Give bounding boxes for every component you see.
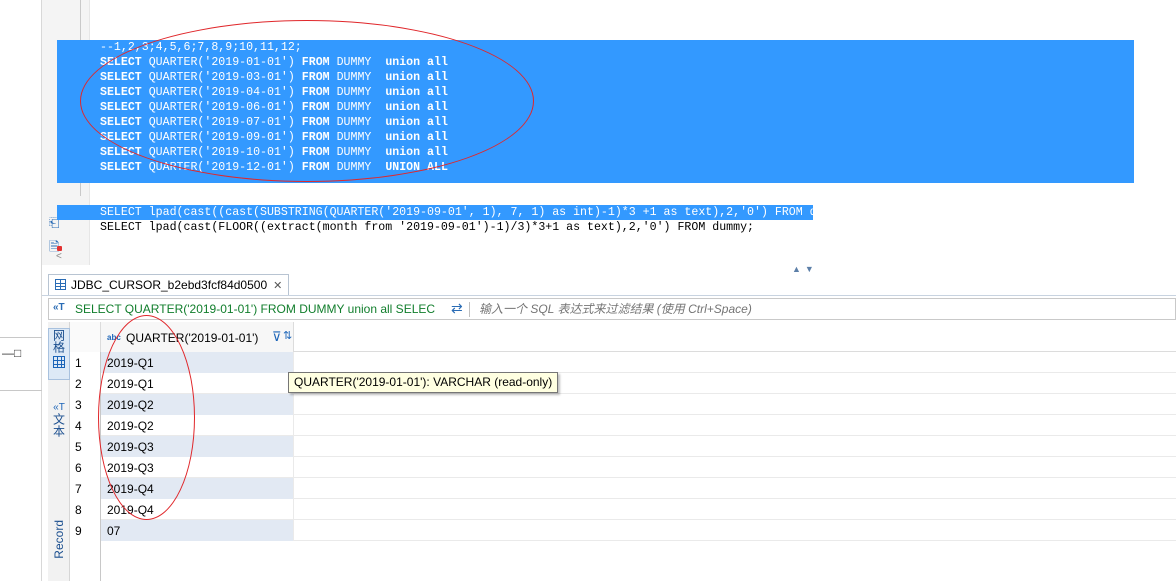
query-text[interactable]: SELECT QUARTER('2019-01-01') FROM DUMMY … — [75, 302, 467, 316]
maximize-icon[interactable]: □ — [14, 346, 21, 360]
column-tooltip: QUARTER('2019-01-01'): VARCHAR (read-onl… — [288, 372, 559, 393]
table-row[interactable]: 6 2019-Q3 — [70, 457, 1176, 478]
code-line[interactable]: SELECT QUARTER('2019-10-01') FROM DUMMY … — [100, 145, 448, 160]
panel-divider — [0, 337, 42, 338]
row-number-header[interactable] — [70, 322, 101, 352]
row-number: 3 — [70, 394, 101, 415]
code-line[interactable]: SELECT lpad(cast((cast(SUBSTRING(QUARTER… — [100, 205, 851, 220]
table-cell[interactable]: 07 — [101, 520, 294, 541]
view-switcher: 网格 «T 文本 Record — [48, 322, 70, 581]
row-number: 4 — [70, 415, 101, 436]
table-row[interactable]: 9 07 — [70, 520, 1176, 541]
refresh-icon[interactable]: ⇄ — [451, 300, 463, 317]
code-line[interactable]: SELECT QUARTER('2019-12-01') FROM DUMMY … — [100, 160, 448, 175]
table-cell[interactable]: 2019-Q1 — [101, 373, 294, 394]
row-number: 9 — [70, 520, 101, 541]
row-number: 8 — [70, 499, 101, 520]
outer-left-panel: — □ — [0, 0, 42, 581]
sort-icon[interactable]: ⇅ — [283, 329, 292, 342]
table-row[interactable]: 2 2019-Q1 — [70, 373, 1176, 394]
row-number: 2 — [70, 373, 101, 394]
table-cell[interactable]: 2019-Q4 — [101, 478, 294, 499]
table-cell[interactable]: 2019-Q4 — [101, 499, 294, 520]
close-icon[interactable]: ✕ — [273, 280, 282, 292]
table-cell[interactable]: 2019-Q2 — [101, 415, 294, 436]
row-number-column — [70, 541, 101, 581]
row-number: 5 — [70, 436, 101, 457]
tab-text-view[interactable]: «T 文本 — [48, 400, 70, 448]
code-line[interactable]: SELECT QUARTER('2019-01-01') FROM DUMMY … — [100, 55, 448, 70]
row-number: 7 — [70, 478, 101, 499]
table-row[interactable]: 4 2019-Q2 — [70, 415, 1176, 436]
minimize-icon[interactable]: — — [2, 346, 14, 360]
code-line[interactable]: SELECT QUARTER('2019-06-01') FROM DUMMY … — [100, 100, 448, 115]
code-line[interactable]: SELECT QUARTER('2019-04-01') FROM DUMMY … — [100, 85, 448, 100]
text-view-icon: «T — [53, 402, 65, 413]
code-line[interactable]: SELECT QUARTER('2019-07-01') FROM DUMMY … — [100, 115, 448, 130]
column-header[interactable]: abc QUARTER('2019-01-01') ⊽ ⇅ — [101, 322, 294, 352]
table-row[interactable]: 8 2019-Q4 — [70, 499, 1176, 520]
filter-input[interactable] — [479, 301, 1159, 317]
table-cell[interactable]: 2019-Q1 — [101, 352, 294, 373]
table-cell[interactable]: 2019-Q3 — [101, 457, 294, 478]
table-icon — [55, 279, 66, 290]
text-type-icon: abc — [107, 333, 121, 342]
grid-view-label: 网格 — [51, 329, 66, 353]
funnel-icon[interactable]: ⊽ — [272, 329, 282, 345]
sql-query-icon: «T — [53, 302, 65, 313]
text-view-label: 文本 — [51, 413, 66, 437]
table-row[interactable]: 5 2019-Q3 — [70, 436, 1176, 457]
table-row[interactable]: 3 2019-Q2 — [70, 394, 1176, 415]
tab-grid-view[interactable]: 网格 — [48, 328, 70, 380]
table-row[interactable]: 1 2019-Q1 — [70, 352, 1176, 373]
scroll-left-icon[interactable]: < — [56, 251, 62, 262]
code-comment-line[interactable]: --1,2,3;4,5,6;7,8,9;10,11,12; — [100, 40, 302, 55]
code-line[interactable]: SELECT lpad(cast(FLOOR((extract(month fr… — [100, 220, 754, 235]
row-number: 6 — [70, 457, 101, 478]
tab-record-view[interactable]: Record — [48, 520, 70, 580]
divider — [469, 302, 470, 317]
record-view-label: Record — [52, 520, 66, 559]
filter-bar: «T SELECT QUARTER('2019-01-01') FROM DUM… — [48, 298, 1176, 320]
table-cell[interactable]: 2019-Q3 — [101, 436, 294, 457]
code-line[interactable]: SELECT QUARTER('2019-09-01') FROM DUMMY … — [100, 130, 448, 145]
grid-icon — [53, 356, 65, 368]
tab-label: JDBC_CURSOR_b2ebd3fcf84d0500 — [71, 278, 268, 292]
results-tab-bar: JDBC_CURSOR_b2ebd3fcf84d0500 ✕ — [42, 272, 1176, 296]
panel-divider — [0, 390, 42, 391]
grid-rows: 1 2019-Q1 2 2019-Q1 3 2019-Q2 4 2019-Q2 5 201… — [70, 352, 1176, 541]
code-line[interactable]: SELECT QUARTER('2019-03-01') FROM DUMMY … — [100, 70, 448, 85]
column-title: QUARTER('2019-01-01') — [126, 331, 259, 345]
table-cell[interactable]: 2019-Q2 — [101, 394, 294, 415]
table-row[interactable]: 7 2019-Q4 — [70, 478, 1176, 499]
result-grid[interactable]: abc QUARTER('2019-01-01') ⊽ ⇅ 1 2019-Q1 2… — [70, 322, 1176, 581]
row-number: 1 — [70, 352, 101, 373]
grid-header: abc QUARTER('2019-01-01') ⊽ ⇅ — [70, 322, 1176, 352]
tab-results[interactable]: JDBC_CURSOR_b2ebd3fcf84d0500 ✕ — [48, 274, 290, 295]
